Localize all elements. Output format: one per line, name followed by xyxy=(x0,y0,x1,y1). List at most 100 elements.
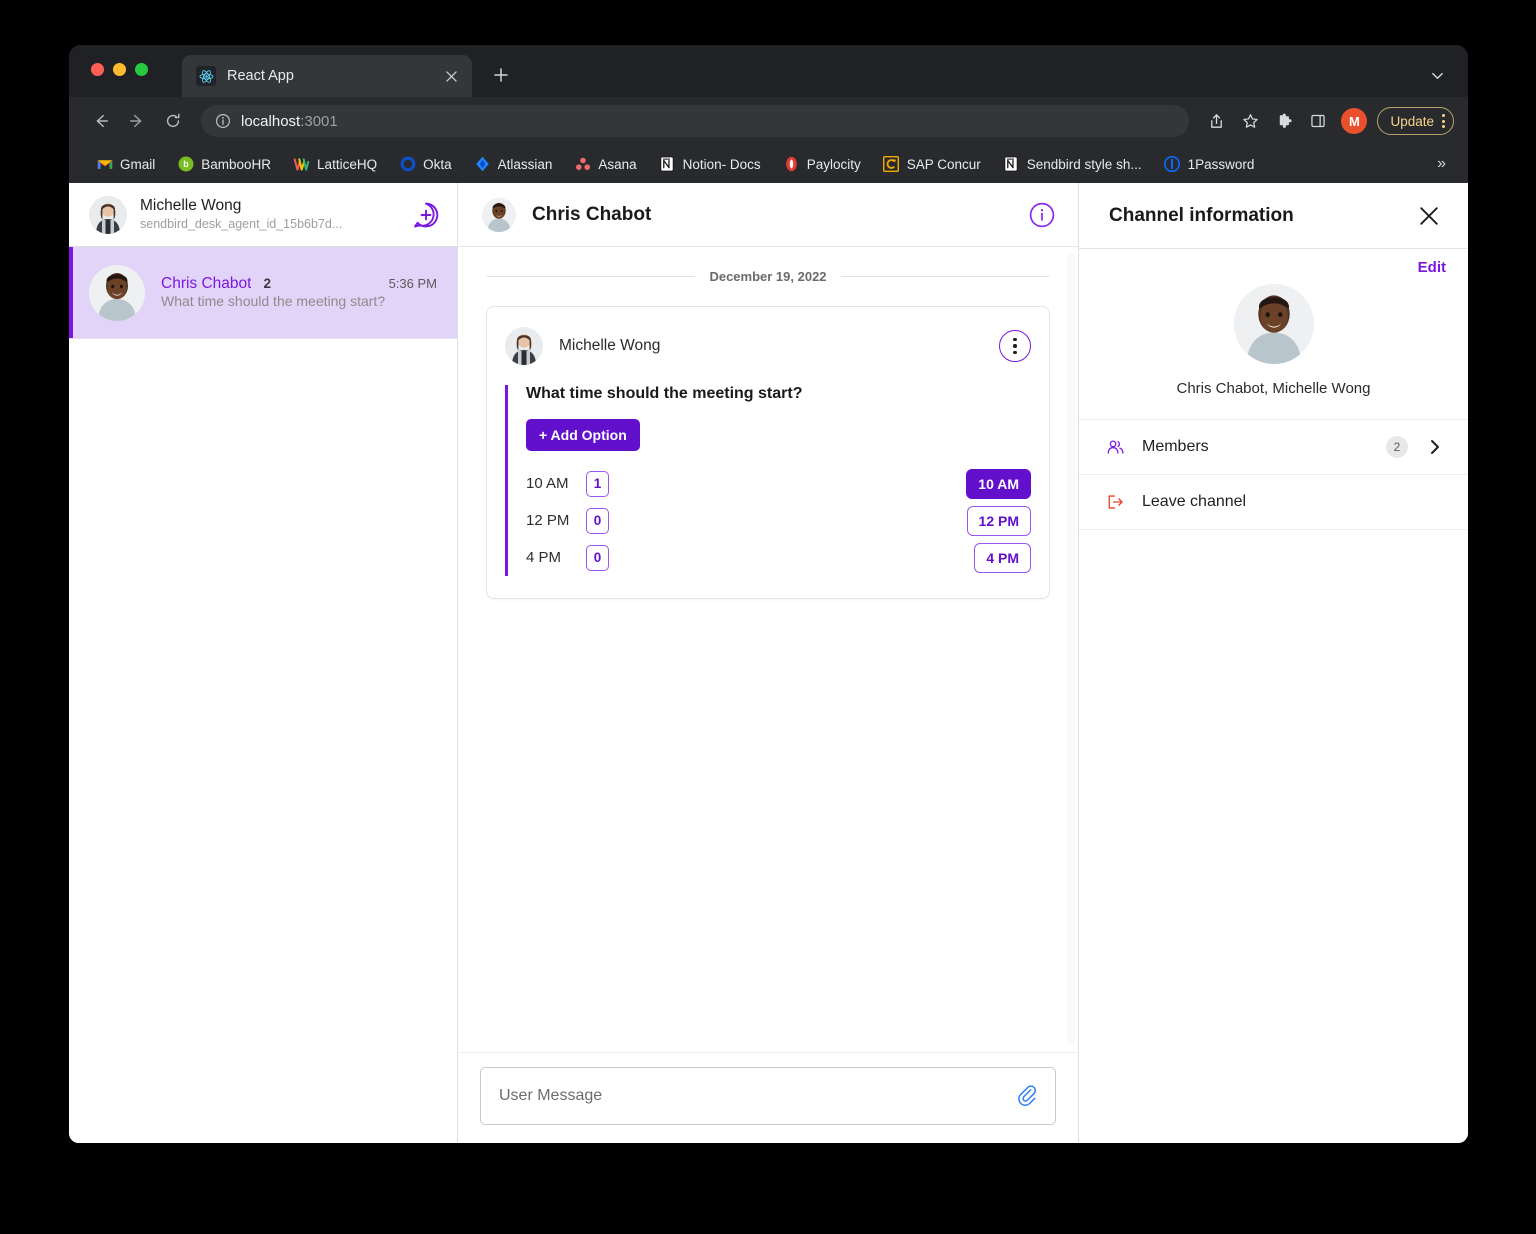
window-controls xyxy=(91,63,148,76)
bookmark-paylocity[interactable]: Paylocity xyxy=(772,150,872,178)
poll-question: What time should the meeting start? xyxy=(526,385,803,402)
site-info-icon[interactable] xyxy=(215,113,231,129)
chevron-right-icon[interactable] xyxy=(1426,438,1444,456)
bookmark-label: SAP Concur xyxy=(906,156,981,172)
channel-list-item[interactable]: Chris Chabot 2 5:36 PM What time should … xyxy=(69,247,457,339)
bookmark-label: BambooHR xyxy=(201,156,272,172)
add-option-button[interactable]: + Add Option xyxy=(526,419,640,451)
close-tab-button[interactable] xyxy=(440,65,462,87)
channel-item-preview: What time should the meeting start? xyxy=(161,292,386,309)
share-icon[interactable] xyxy=(1201,106,1231,136)
browser-window: React App localhost:3001 M Update Gmail … xyxy=(69,45,1468,1143)
date-separator-line xyxy=(840,276,1050,277)
poll-option-vote-count: 0 xyxy=(586,507,609,534)
message-list-scrollbar[interactable] xyxy=(1067,253,1075,1046)
channel-item-time: 5:36 PM xyxy=(388,275,437,291)
bookmark-atlassian[interactable]: Atlassian xyxy=(463,150,564,178)
channel-list-header: Michelle Wong sendbird_desk_agent_id_15b… xyxy=(69,183,457,247)
bookmarks-overflow-button[interactable]: » xyxy=(1429,155,1454,173)
bookmark-latticehq[interactable]: LatticeHQ xyxy=(282,150,388,178)
message-menu-icon[interactable] xyxy=(999,330,1031,362)
bookmark-okta[interactable]: Okta xyxy=(388,150,463,178)
side-panel-icon[interactable] xyxy=(1303,106,1333,136)
leave-channel-row[interactable]: Leave channel xyxy=(1079,475,1468,530)
avatar[interactable]: M xyxy=(1341,108,1368,134)
svg-text:b: b xyxy=(183,159,189,169)
message-input[interactable]: User Message xyxy=(480,1067,1056,1125)
asana-icon xyxy=(574,156,591,173)
reload-button[interactable] xyxy=(157,105,189,137)
maximize-window-button[interactable] xyxy=(135,63,148,76)
latticehq-icon xyxy=(293,156,310,173)
notion-icon xyxy=(659,156,676,173)
date-separator-line xyxy=(486,276,696,277)
bookmark-asana[interactable]: Asana xyxy=(563,150,647,178)
channel-list-panel: Michelle Wong sendbird_desk_agent_id_15b… xyxy=(69,183,458,1143)
bookmark-label: Paylocity xyxy=(806,156,861,172)
bookmark-label: Atlassian xyxy=(497,156,553,172)
browser-tab[interactable]: React App xyxy=(182,55,472,97)
edit-channel-button[interactable]: Edit xyxy=(1418,259,1446,276)
poll-option-row: 12 PM 0 12 PM xyxy=(526,502,1031,539)
new-chat-icon[interactable] xyxy=(411,200,441,230)
poll-option-label: 10 AM xyxy=(526,475,569,492)
avatar xyxy=(1233,284,1314,364)
members-count-badge: 2 xyxy=(1386,436,1408,458)
minimize-window-button[interactable] xyxy=(113,63,126,76)
channel-information-panel: Channel information Edit Chris Chabot, M… xyxy=(1079,183,1468,1143)
bookmark-star-icon[interactable] xyxy=(1235,106,1265,136)
poll-vote-button[interactable]: 12 PM xyxy=(966,505,1031,536)
avatar xyxy=(482,197,516,232)
poll-vote-button[interactable]: 4 PM xyxy=(974,542,1031,573)
bookmark-1password[interactable]: 1Password xyxy=(1153,150,1266,178)
poll-header: Michelle Wong xyxy=(505,327,1031,365)
current-user-name: Michelle Wong xyxy=(140,196,242,214)
bookmarks-bar: Gmail b BambooHR LatticeHQ Okta Atlassia… xyxy=(69,145,1468,183)
chevron-down-icon[interactable] xyxy=(1426,64,1448,86)
close-icon[interactable] xyxy=(1414,201,1444,231)
tab-title: React App xyxy=(227,68,294,84)
attachment-icon[interactable] xyxy=(1015,1083,1041,1109)
poll-option-vote-count: 1 xyxy=(586,470,609,497)
okta-icon xyxy=(399,156,416,173)
bookmark-notion-docs[interactable]: Notion- Docs xyxy=(648,150,772,178)
sapconcur-icon xyxy=(883,156,900,173)
forward-button[interactable] xyxy=(121,105,153,137)
poll-vote-button[interactable]: 10 AM xyxy=(966,468,1031,499)
message-input-placeholder: User Message xyxy=(499,1087,603,1104)
update-button[interactable]: Update xyxy=(1377,107,1454,135)
bookmark-gmail[interactable]: Gmail xyxy=(85,150,166,178)
poll-option-label: 4 PM xyxy=(526,549,562,566)
gmail-icon xyxy=(96,156,113,173)
bookmark-label: Okta xyxy=(423,156,452,172)
channel-information-empty-space xyxy=(1079,530,1468,1143)
close-window-button[interactable] xyxy=(91,63,104,76)
bookmark-label: LatticeHQ xyxy=(317,156,378,172)
extensions-icon[interactable] xyxy=(1269,106,1299,136)
browser-menu-icon[interactable] xyxy=(1442,114,1445,128)
bookmark-sendbird-style-sheet[interactable]: Sendbird style sh... xyxy=(992,150,1153,178)
new-tab-button[interactable] xyxy=(487,61,515,89)
members-icon xyxy=(1107,439,1124,456)
paylocity-icon xyxy=(783,156,800,173)
channel-item-body: Chris Chabot 2 5:36 PM What time should … xyxy=(161,275,437,311)
members-row[interactable]: Members 2 xyxy=(1079,420,1468,475)
address-bar[interactable]: localhost:3001 xyxy=(201,105,1190,137)
composer-container: User Message xyxy=(458,1053,1078,1143)
bamboohr-icon: b xyxy=(177,156,194,173)
url-host: localhost xyxy=(241,112,301,130)
poll-body: What time should the meeting start? + Ad… xyxy=(505,385,1031,576)
url-port: :3001 xyxy=(300,112,338,130)
channel-information-title: Channel information xyxy=(1109,204,1294,226)
atlassian-icon xyxy=(474,156,491,173)
bookmark-bamboohr[interactable]: b BambooHR xyxy=(166,150,282,178)
poll-author-name: Michelle Wong xyxy=(559,337,661,354)
channel-info-icon[interactable] xyxy=(1028,201,1056,229)
bookmark-sap-concur[interactable]: SAP Concur xyxy=(872,150,992,178)
back-button[interactable] xyxy=(85,105,117,137)
poll-option-vote-count: 0 xyxy=(586,544,609,571)
bookmark-label: Gmail xyxy=(120,156,156,172)
browser-toolbar: localhost:3001 M Update xyxy=(69,97,1468,145)
avatar xyxy=(89,264,145,321)
update-button-label: Update xyxy=(1390,113,1434,129)
